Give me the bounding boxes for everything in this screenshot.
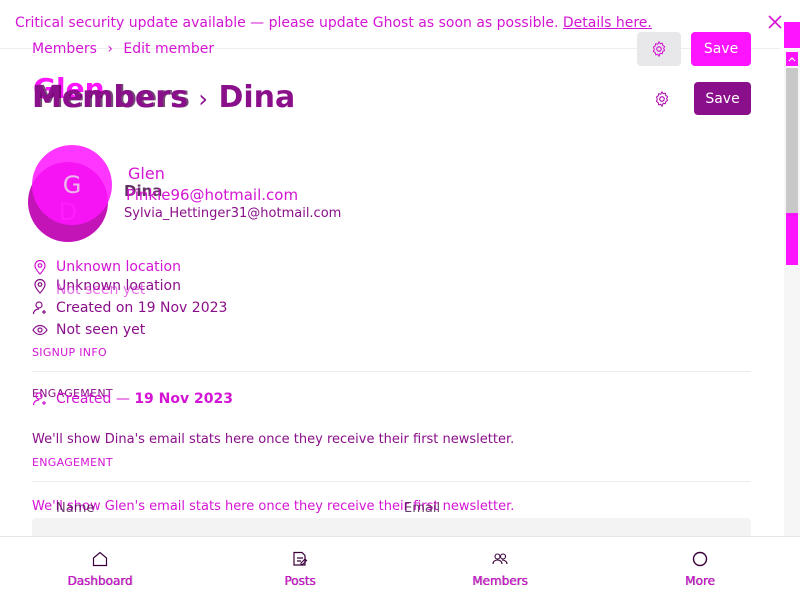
signup-created-prefix: Created — — [56, 391, 130, 407]
table-header-email: Email — [404, 501, 441, 516]
nav-posts[interactable]: Posts — [250, 550, 350, 588]
nav-dashboard[interactable]: Dashboard — [50, 550, 150, 588]
created-text: Created on 19 Nov 2023 — [56, 300, 228, 316]
scrollbar-up-arrow[interactable] — [786, 52, 798, 66]
email-stats-message-ghost: We'll show Glen's email stats here once … — [32, 499, 515, 514]
signup-created-row: Created — 19 Nov 2023 — [32, 391, 233, 407]
breadcrumb-current: Edit member — [123, 41, 215, 57]
signup-created-date: 19 Nov 2023 — [134, 391, 233, 407]
member-email-ghost: Pinkie96@hotmail.com — [126, 186, 299, 204]
avatar-initial-ghost: G — [62, 171, 82, 199]
page-title-section: Members — [32, 80, 188, 115]
scrollbar-thumb[interactable] — [786, 68, 798, 213]
banner-text: Critical security update available — ple… — [15, 15, 559, 31]
more-circle-icon — [692, 551, 708, 567]
seen-text-ghost: Not seen yet — [56, 282, 146, 298]
eye-icon — [32, 324, 48, 336]
member-email: Sylvia_Hettinger31@hotmail.com — [124, 206, 342, 221]
page-title-name: Dina — [218, 80, 296, 115]
last-seen-row: Not seen yet — [32, 322, 145, 338]
banner-details-link[interactable]: Details here. — [563, 15, 652, 31]
breadcrumb-separator: › — [107, 41, 113, 57]
location-pin-icon — [34, 259, 46, 275]
page-title: Members › Dina — [32, 80, 295, 115]
user-plus-icon — [32, 392, 46, 406]
table-header-name: Name — [56, 501, 95, 516]
email-stats-message: We'll show Dina's email stats here once … — [32, 432, 515, 447]
gear-icon — [652, 40, 666, 58]
nav-posts-label: Posts — [284, 574, 316, 588]
settings-button[interactable] — [637, 32, 681, 66]
seen-row-ghost: Not seen yet — [56, 282, 145, 298]
save-button[interactable]: Save — [691, 32, 751, 66]
engagement-heading: ENGAGEMENT — [32, 456, 113, 469]
scrollbar-corner — [784, 22, 800, 48]
close-icon[interactable] — [766, 13, 784, 31]
nav-members-label: Members — [472, 574, 528, 588]
created-row: Created on 19 Nov 2023 — [32, 300, 227, 316]
save-button-2[interactable]: Save — [694, 82, 751, 115]
edit-document-icon — [293, 551, 308, 566]
gear-icon — [655, 90, 669, 108]
users-icon — [492, 553, 508, 565]
page-title-chevron: › — [198, 85, 208, 113]
section-divider-2 — [32, 481, 751, 482]
scrollbar-thumb-highlight[interactable] — [786, 213, 798, 265]
breadcrumb: Members › Edit member — [32, 41, 214, 57]
home-icon — [92, 551, 108, 567]
signup-info-heading: SIGNUP INFO — [32, 346, 107, 359]
nav-members[interactable]: Members — [450, 550, 550, 588]
breadcrumb-members-link[interactable]: Members — [32, 41, 97, 57]
settings-button-2[interactable] — [645, 82, 679, 116]
section-divider — [32, 371, 751, 372]
user-plus-icon — [32, 301, 46, 315]
banner-message: Critical security update available — ple… — [15, 15, 652, 31]
nav-more-label: More — [685, 574, 715, 588]
nav-more[interactable]: More — [650, 550, 750, 588]
last-seen-text: Not seen yet — [56, 322, 146, 338]
location-row: Unknown location — [32, 259, 181, 275]
location-pin-icon — [34, 278, 46, 294]
member-name-ghost: Glen — [128, 164, 165, 183]
location-text: Unknown location — [56, 259, 181, 275]
avatar-ghost: G — [32, 145, 112, 225]
nav-dashboard-label: Dashboard — [67, 574, 133, 588]
